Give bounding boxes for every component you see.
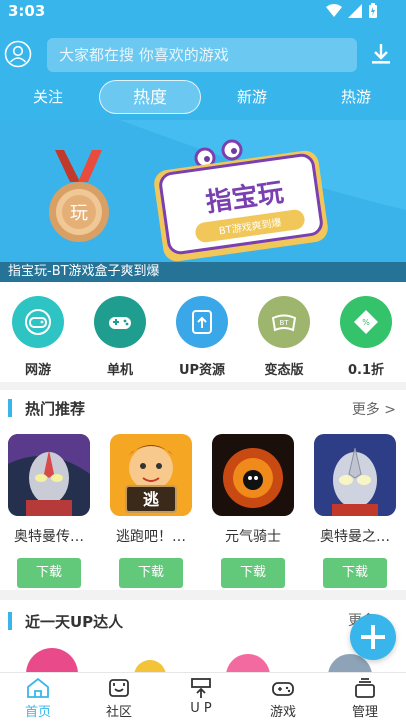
game-card[interactable]: 逃 逃跑吧！… 下载 xyxy=(110,434,192,588)
search-row: 大家都在搜 你喜欢的游戏 xyxy=(0,36,406,72)
discount-tag-icon: % xyxy=(354,310,378,334)
category-label: 网游 xyxy=(24,363,51,378)
game-icon-ultraman-2 xyxy=(314,434,396,516)
category-row: 网游 单机 UP资源 BT 变态版 % 0.1折 xyxy=(0,282,406,382)
medal-text: 玩 xyxy=(70,203,88,224)
game-card[interactable]: 奥特曼传… 下载 xyxy=(8,434,90,588)
bottom-nav: 首页 社区 U P 游戏 管理 xyxy=(0,672,406,723)
download-button[interactable]: 下载 xyxy=(17,558,81,588)
community-icon xyxy=(109,679,129,697)
nav-games[interactable]: 游戏 xyxy=(252,677,314,723)
add-button[interactable] xyxy=(350,614,396,660)
banner-artwork: 玩 指宝玩 BT游戏爽到爆 xyxy=(0,120,406,282)
up-icon xyxy=(191,678,211,698)
top-header: 3:03 大家都在搜 你喜欢的游戏 关注 热度 新游 热游 xyxy=(0,0,406,120)
gamepad-nav-icon xyxy=(272,682,294,696)
game-name: 元气骑士 xyxy=(225,529,281,545)
home-icon xyxy=(27,677,49,698)
promo-banner[interactable]: 玩 指宝玩 BT游戏爽到爆 指宝玩-BT游戏盒子爽到爆 xyxy=(0,120,406,282)
svg-text:BT: BT xyxy=(279,319,289,327)
search-input[interactable]: 大家都在搜 你喜欢的游戏 xyxy=(47,38,357,72)
tab-label: 热度 xyxy=(133,88,167,108)
more-link[interactable]: 更多 > xyxy=(352,399,396,419)
plus-icon xyxy=(361,625,385,649)
game-icon-text: 逃 xyxy=(143,490,160,509)
game-name: 奥特曼传… xyxy=(14,529,84,545)
user-avatar-icon[interactable] xyxy=(4,40,32,68)
download-icon[interactable] xyxy=(370,42,392,66)
category-discount[interactable]: % 0.1折 xyxy=(330,296,402,380)
upload-icon xyxy=(192,310,212,334)
nav-label: U P xyxy=(190,701,212,716)
category-online[interactable]: 网游 xyxy=(2,296,74,380)
nav-label: 游戏 xyxy=(269,705,296,720)
download-button[interactable]: 下载 xyxy=(119,558,183,588)
tab-follow[interactable]: 关注 xyxy=(14,80,82,114)
section-accent-bar xyxy=(8,612,12,630)
download-button[interactable]: 下载 xyxy=(221,558,285,588)
game-icon-ultraman xyxy=(8,434,90,516)
tab-new[interactable]: 新游 xyxy=(218,80,286,114)
category-icon-bg: % xyxy=(340,296,392,348)
section-accent-bar xyxy=(8,399,12,417)
game-name: 奥特曼之… xyxy=(320,529,390,545)
category-label: 单机 xyxy=(106,363,133,378)
nav-label: 管理 xyxy=(351,705,378,720)
nav-home[interactable]: 首页 xyxy=(7,677,69,723)
up-section: 近一天UP达人 更多 xyxy=(0,600,406,672)
battery-icon xyxy=(369,3,377,18)
manage-icon xyxy=(355,678,375,698)
tab-bar: 关注 热度 新游 热游 xyxy=(0,80,406,114)
hot-section: 热门推荐 更多 > 奥特曼传… 下载 逃 逃跑吧！… 下载 元气骑士 下载 奥特… xyxy=(0,390,406,590)
category-label: UP资源 xyxy=(178,363,226,378)
section-title: 热门推荐 xyxy=(25,400,86,418)
download-button[interactable]: 下载 xyxy=(323,558,387,588)
game-card[interactable]: 奥特曼之… 下载 xyxy=(314,434,396,588)
app-screen: 3:03 大家都在搜 你喜欢的游戏 关注 热度 新游 热游 玩 指宝玩 BT游戏… xyxy=(0,0,406,723)
wifi-icon xyxy=(326,4,342,17)
category-icon-bg xyxy=(94,296,146,348)
status-icons xyxy=(326,3,378,19)
up-avatars-partial xyxy=(26,648,372,672)
category-modded[interactable]: BT 变态版 xyxy=(248,296,320,380)
bt-gamepad-icon: BT xyxy=(271,314,297,332)
tab-popular[interactable]: 热游 xyxy=(322,80,390,114)
gamepad-icon xyxy=(25,309,51,335)
section-title: 近一天UP达人 xyxy=(25,613,124,631)
svg-text:%: % xyxy=(362,318,370,327)
tab-hot[interactable]: 热度 xyxy=(99,80,201,114)
category-icon-bg xyxy=(12,296,64,348)
category-icon-bg xyxy=(176,296,228,348)
game-icon-escape: 逃 xyxy=(110,434,192,516)
controller-icon xyxy=(109,317,131,329)
game-name: 逃跑吧！… xyxy=(116,529,186,545)
category-standalone[interactable]: 单机 xyxy=(84,296,156,380)
category-label: 0.1折 xyxy=(347,363,385,378)
banner-caption: 指宝玩-BT游戏盒子爽到爆 xyxy=(0,262,406,282)
nav-up[interactable]: U P xyxy=(170,677,232,723)
category-icon-bg: BT xyxy=(258,296,310,348)
nav-label: 首页 xyxy=(24,705,51,720)
tab-label: 热游 xyxy=(340,88,371,106)
tab-label: 新游 xyxy=(236,88,267,106)
status-bar: 3:03 xyxy=(0,0,406,24)
status-time: 3:03 xyxy=(8,2,46,20)
game-card[interactable]: 元气骑士 下载 xyxy=(212,434,294,588)
nav-community[interactable]: 社区 xyxy=(88,677,150,723)
nav-manage[interactable]: 管理 xyxy=(334,677,396,723)
signal-icon xyxy=(348,4,362,18)
category-label: 变态版 xyxy=(264,363,304,378)
game-icon-soul-knight xyxy=(212,434,294,516)
tab-label: 关注 xyxy=(32,88,63,106)
category-up-resources[interactable]: UP资源 xyxy=(166,296,238,380)
nav-label: 社区 xyxy=(105,705,132,720)
